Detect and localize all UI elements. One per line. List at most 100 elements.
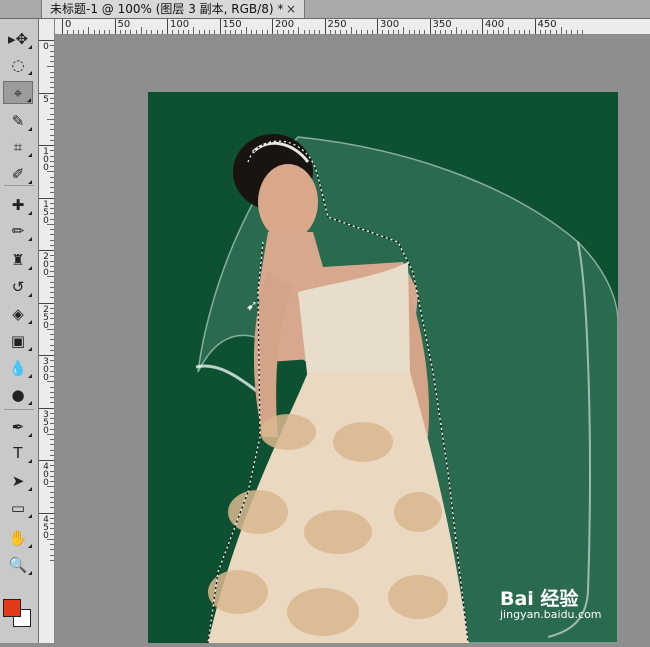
ruler-minor-tick: [245, 27, 247, 34]
ruler-minor-tick: [50, 103, 54, 104]
close-icon[interactable]: ×: [286, 0, 296, 18]
tool-flyout-indicator: [28, 433, 32, 437]
ruler-minor-tick: [50, 265, 54, 267]
tool-flyout-indicator: [28, 127, 32, 131]
ruler-minor-tick: [50, 365, 54, 367]
tool-flyout-indicator: [28, 514, 32, 518]
ruler-major-tick: [39, 407, 54, 409]
ruler-minor-tick: [188, 30, 189, 34]
ruler-minor-tick: [140, 27, 142, 34]
document-tab[interactable]: 未标题-1 @ 100% (图层 3 副本, RGB/8) * ×: [41, 0, 305, 18]
ruler-minor-tick: [50, 360, 54, 362]
crop-tool-icon[interactable]: ⌗: [3, 135, 33, 158]
tool-flyout-indicator: [28, 401, 32, 405]
ruler-minor-tick: [50, 491, 54, 493]
ruler-minor-tick: [88, 27, 90, 34]
ruler-minor-tick: [50, 370, 54, 372]
history-brush-tool-icon[interactable]: ↺: [3, 275, 33, 298]
ruler-minor-tick: [67, 30, 69, 34]
ruler-label: 0: [65, 19, 72, 30]
ruler-label: 400: [485, 19, 505, 30]
ruler-minor-tick: [50, 544, 54, 545]
move-tool-icon[interactable]: ▸✥: [3, 27, 33, 50]
ruler-minor-tick: [47, 171, 54, 173]
ruler-minor-tick: [98, 30, 100, 34]
tool-flyout-indicator: [28, 237, 32, 241]
baidu-watermark: Bai 经验 jingyan.baidu.com: [496, 576, 646, 626]
ruler-label: 3 0 0: [43, 357, 49, 383]
ruler-minor-tick: [555, 30, 557, 34]
ruler-minor-tick: [50, 412, 54, 414]
polygonal-lasso-tool-icon[interactable]: ⌖: [3, 81, 33, 104]
ruler-minor-tick: [50, 449, 54, 451]
brush-tool-icon[interactable]: ✏: [3, 219, 33, 242]
blur-tool-icon[interactable]: 💧: [3, 356, 33, 379]
path-selection-tool-icon[interactable]: ➤: [3, 469, 33, 492]
marquee-tool-icon[interactable]: ◌: [3, 53, 33, 76]
ruler-minor-tick: [566, 30, 567, 34]
ruler-minor-tick: [50, 108, 54, 110]
ruler-minor-tick: [50, 82, 54, 83]
ruler-minor-tick: [503, 30, 504, 34]
eyedropper-tool-icon[interactable]: ✐: [3, 162, 33, 185]
ruler-minor-tick: [50, 218, 54, 220]
ruler-minor-tick: [487, 30, 489, 34]
ruler-minor-tick: [50, 386, 54, 388]
eraser-tool-icon[interactable]: ◈: [3, 302, 33, 325]
dodge-tool-icon[interactable]: ●: [3, 383, 33, 406]
ruler-minor-tick: [109, 30, 111, 34]
clone-stamp-tool-icon[interactable]: ♜: [3, 248, 33, 271]
ruler-minor-tick: [50, 134, 54, 136]
ruler-label: 450: [537, 19, 557, 30]
ruler-minor-tick: [50, 397, 54, 398]
ruler-minor-tick: [177, 30, 179, 34]
face: [258, 164, 318, 240]
ruler-minor-tick: [50, 76, 54, 78]
ruler-major-tick: [62, 19, 63, 34]
ruler-minor-tick: [198, 30, 200, 34]
ruler-minor-tick: [50, 87, 54, 89]
ruler-minor-tick: [476, 30, 478, 34]
ruler-major-tick: [39, 512, 54, 514]
healing-brush-tool-icon[interactable]: ✚: [3, 193, 33, 216]
ruler-major-tick: [534, 19, 536, 34]
pen-tool-icon[interactable]: ✒: [3, 415, 33, 438]
ruler-minor-tick: [455, 27, 457, 34]
ruler-major-tick: [114, 19, 116, 34]
ruler-major-tick: [219, 19, 221, 34]
ruler-minor-tick: [50, 286, 54, 288]
quick-selection-tool-icon[interactable]: ✎: [3, 109, 33, 132]
ruler-minor-tick: [182, 30, 184, 34]
ruler-minor-tick: [513, 30, 515, 34]
ruler-label: 350: [432, 19, 452, 30]
ruler-minor-tick: [419, 30, 420, 34]
ruler-minor-tick: [50, 239, 54, 241]
document-tab-title: 未标题-1 @ 100% (图层 3 副本, RGB/8) *: [50, 2, 284, 16]
tool-flyout-indicator: [28, 487, 32, 491]
tool-flyout-indicator: [28, 320, 32, 324]
document-image[interactable]: [148, 92, 619, 644]
ruler-minor-tick: [50, 323, 54, 325]
zoom-tool-icon[interactable]: 🔍: [3, 553, 33, 576]
ruler-major-tick: [39, 40, 54, 41]
gradient-tool-icon[interactable]: ▣: [3, 329, 33, 352]
tool-flyout-indicator: [28, 71, 32, 75]
shape-tool-icon[interactable]: ▭: [3, 496, 33, 519]
ruler-minor-tick: [440, 30, 441, 34]
ruler-minor-tick: [50, 129, 54, 131]
ruler-minor-tick: [550, 30, 552, 34]
ruler-minor-tick: [50, 481, 54, 482]
type-tool-icon[interactable]: T: [3, 441, 33, 464]
tool-flyout-indicator: [28, 374, 32, 378]
ruler-label: 4 0 0: [43, 462, 49, 488]
ruler-minor-tick: [356, 30, 357, 34]
ruler-major-tick: [39, 355, 54, 356]
ruler-minor-tick: [50, 402, 54, 404]
document-tab-bar: 未标题-1 @ 100% (图层 3 副本, RGB/8) * ×: [0, 0, 650, 19]
ruler-minor-tick: [471, 30, 473, 34]
foreground-color-swatch[interactable]: [3, 599, 21, 617]
ruler-minor-tick: [545, 30, 546, 34]
ruler-minor-tick: [47, 276, 54, 278]
ruler-minor-tick: [50, 97, 54, 99]
hand-tool-icon[interactable]: ✋: [3, 526, 33, 549]
